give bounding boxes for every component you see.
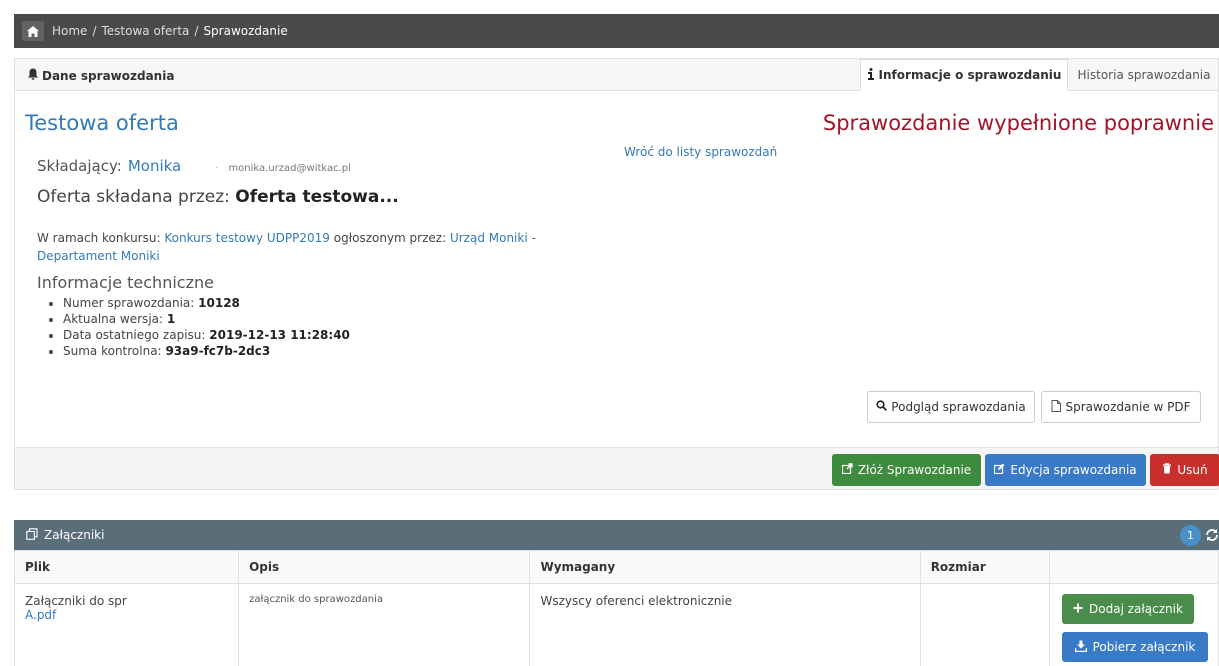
download-icon: [1074, 640, 1087, 655]
file-name: Załączniki do spr: [25, 594, 127, 608]
tab-label: Informacje o sprawozdaniu: [878, 68, 1062, 82]
offered-by-line: Oferta składana przez: Oferta testowa...: [37, 187, 399, 207]
offered-by-label: Oferta składana przez:: [37, 187, 230, 207]
report-panel: Dane sprawozdania Informacje o sprawozda…: [14, 58, 1219, 490]
list-item: Data ostatniego zapisu: 2019-12-13 11:28…: [63, 327, 350, 343]
breadcrumb-separator: /: [92, 24, 97, 38]
button-label: Edycja sprawozdania: [1010, 463, 1137, 477]
breadcrumb: Home / Testowa oferta / Sprawozdanie: [14, 14, 1219, 48]
breadcrumb-current: Sprawozdanie: [203, 24, 288, 38]
button-label: Pobierz załącznik: [1092, 640, 1196, 654]
trash-icon: [1162, 463, 1172, 477]
button-label: Sprawozdanie w PDF: [1065, 400, 1191, 414]
column-header: Rozmiar: [919, 550, 1051, 584]
offer-title[interactable]: Testowa oferta: [25, 111, 179, 135]
back-to-list-link[interactable]: Wróć do listy sprawozdań: [624, 145, 777, 159]
pdf-report-button[interactable]: Sprawozdanie w PDF: [1041, 391, 1201, 423]
contest-line: W ramach konkursu: Konkurs testowy UDPP2…: [37, 229, 617, 265]
home-icon[interactable]: [22, 21, 44, 41]
announced-by-label: ogłoszonym przez:: [333, 231, 447, 245]
tech-label: Data ostatniego zapisu:: [63, 328, 206, 342]
panel-title-text: Dane sprawozdania: [42, 68, 175, 83]
refresh-icon[interactable]: [1205, 527, 1219, 543]
tab-label: Historia sprawozdania: [1077, 68, 1211, 82]
submitter-line: Składający: Monika · monika.urzad@witkac…: [37, 157, 351, 175]
add-attachment-button[interactable]: Dodaj załącznik: [1062, 594, 1194, 624]
top-spacer: [0, 0, 1219, 14]
breadcrumb-separator: /: [194, 24, 199, 38]
edit-icon: [994, 463, 1005, 477]
tech-label: Suma kontrolna:: [63, 344, 162, 358]
submitter-separator: ·: [215, 163, 219, 174]
contest-prefix: W ramach konkursu:: [37, 231, 161, 245]
table-row: Załączniki do spr A.pdf załącznik do spr…: [13, 583, 1219, 666]
list-item: Suma kontrolna: 93a9-fc7b-2dc3: [63, 343, 350, 359]
column-header-actions: [1049, 550, 1219, 584]
list-item: Numer sprawozdania: 10128: [63, 295, 350, 311]
tech-value: 2019-12-13 11:28:40: [209, 328, 350, 342]
table-header-row: Plik Opis Wymagany Rozmiar: [13, 550, 1219, 584]
info-icon: [867, 67, 875, 83]
required-cell: Wszyscy oferenci elektronicznie: [529, 583, 921, 666]
tab-report-info[interactable]: Informacje o sprawozdaniu: [860, 59, 1068, 91]
submitter-email: monika.urzad@witkac.pl: [228, 163, 351, 174]
tech-value: 10128: [198, 296, 240, 310]
breadcrumb-offer[interactable]: Testowa oferta: [101, 24, 189, 38]
search-icon: [876, 400, 888, 414]
bell-icon: [27, 68, 39, 83]
plus-icon: [1073, 602, 1083, 616]
external-link-icon: [841, 463, 853, 477]
file-link[interactable]: A.pdf: [25, 608, 228, 622]
column-header: Plik: [13, 550, 240, 584]
tech-value: 93a9-fc7b-2dc3: [165, 344, 271, 358]
tech-label: Aktualna wersja:: [63, 312, 164, 326]
button-label: Złóż Sprawozdanie: [857, 463, 972, 477]
attachments-title-text: Załączniki: [44, 528, 105, 542]
submitter-label: Składający:: [37, 157, 122, 175]
download-attachment-button[interactable]: Pobierz załącznik: [1062, 632, 1208, 662]
button-label: Podgląd sprawozdania: [891, 400, 1026, 414]
description-cell: załącznik do sprawozdania: [238, 583, 531, 666]
button-label: Dodaj załącznik: [1089, 602, 1183, 616]
list-item: Aktualna wersja: 1: [63, 311, 350, 327]
preview-report-button[interactable]: Podgląd sprawozdania: [867, 391, 1035, 423]
attachments-title: Załączniki: [26, 527, 105, 543]
contest-link[interactable]: Konkurs testowy UDPP2019: [164, 231, 330, 245]
tech-label: Numer sprawozdania:: [63, 296, 195, 310]
attachments-count-badge: 1: [1180, 525, 1201, 546]
file-cell: Załączniki do spr A.pdf: [13, 583, 240, 666]
submit-report-button[interactable]: Złóż Sprawozdanie: [832, 454, 981, 486]
tech-info-list: Numer sprawozdania: 10128 Aktualna wersj…: [63, 295, 350, 359]
submitter-name[interactable]: Monika: [128, 157, 181, 175]
attachments-table: Plik Opis Wymagany Rozmiar Załączniki do…: [13, 550, 1219, 666]
panel-header: Dane sprawozdania Informacje o sprawozda…: [15, 59, 1218, 91]
files-icon: [26, 527, 38, 543]
offered-by-value: Oferta testowa...: [235, 187, 399, 207]
attachments-header: Załączniki 1: [14, 520, 1219, 550]
panel-title: Dane sprawozdania: [27, 68, 174, 83]
breadcrumb-home[interactable]: Home: [52, 24, 87, 38]
size-cell: [919, 583, 1051, 666]
tech-info-heading: Informacje techniczne: [37, 273, 214, 292]
edit-report-button[interactable]: Edycja sprawozdania: [985, 454, 1146, 486]
column-header: Opis: [238, 550, 531, 584]
actions-cell: Dodaj załącznik Pobierz załącznik: [1049, 583, 1219, 666]
tab-report-history[interactable]: Historia sprawozdania: [1068, 59, 1219, 91]
tech-value: 1: [166, 312, 176, 326]
column-header: Wymagany: [529, 550, 921, 584]
button-label: Usuń: [1177, 463, 1208, 477]
status-message: Sprawozdanie wypełnione poprawnie: [822, 111, 1214, 135]
file-pdf-icon: [1051, 399, 1062, 415]
delete-report-button[interactable]: Usuń: [1150, 454, 1219, 486]
panel-footer: Złóż Sprawozdanie Edycja sprawozdania Us…: [15, 447, 1219, 489]
